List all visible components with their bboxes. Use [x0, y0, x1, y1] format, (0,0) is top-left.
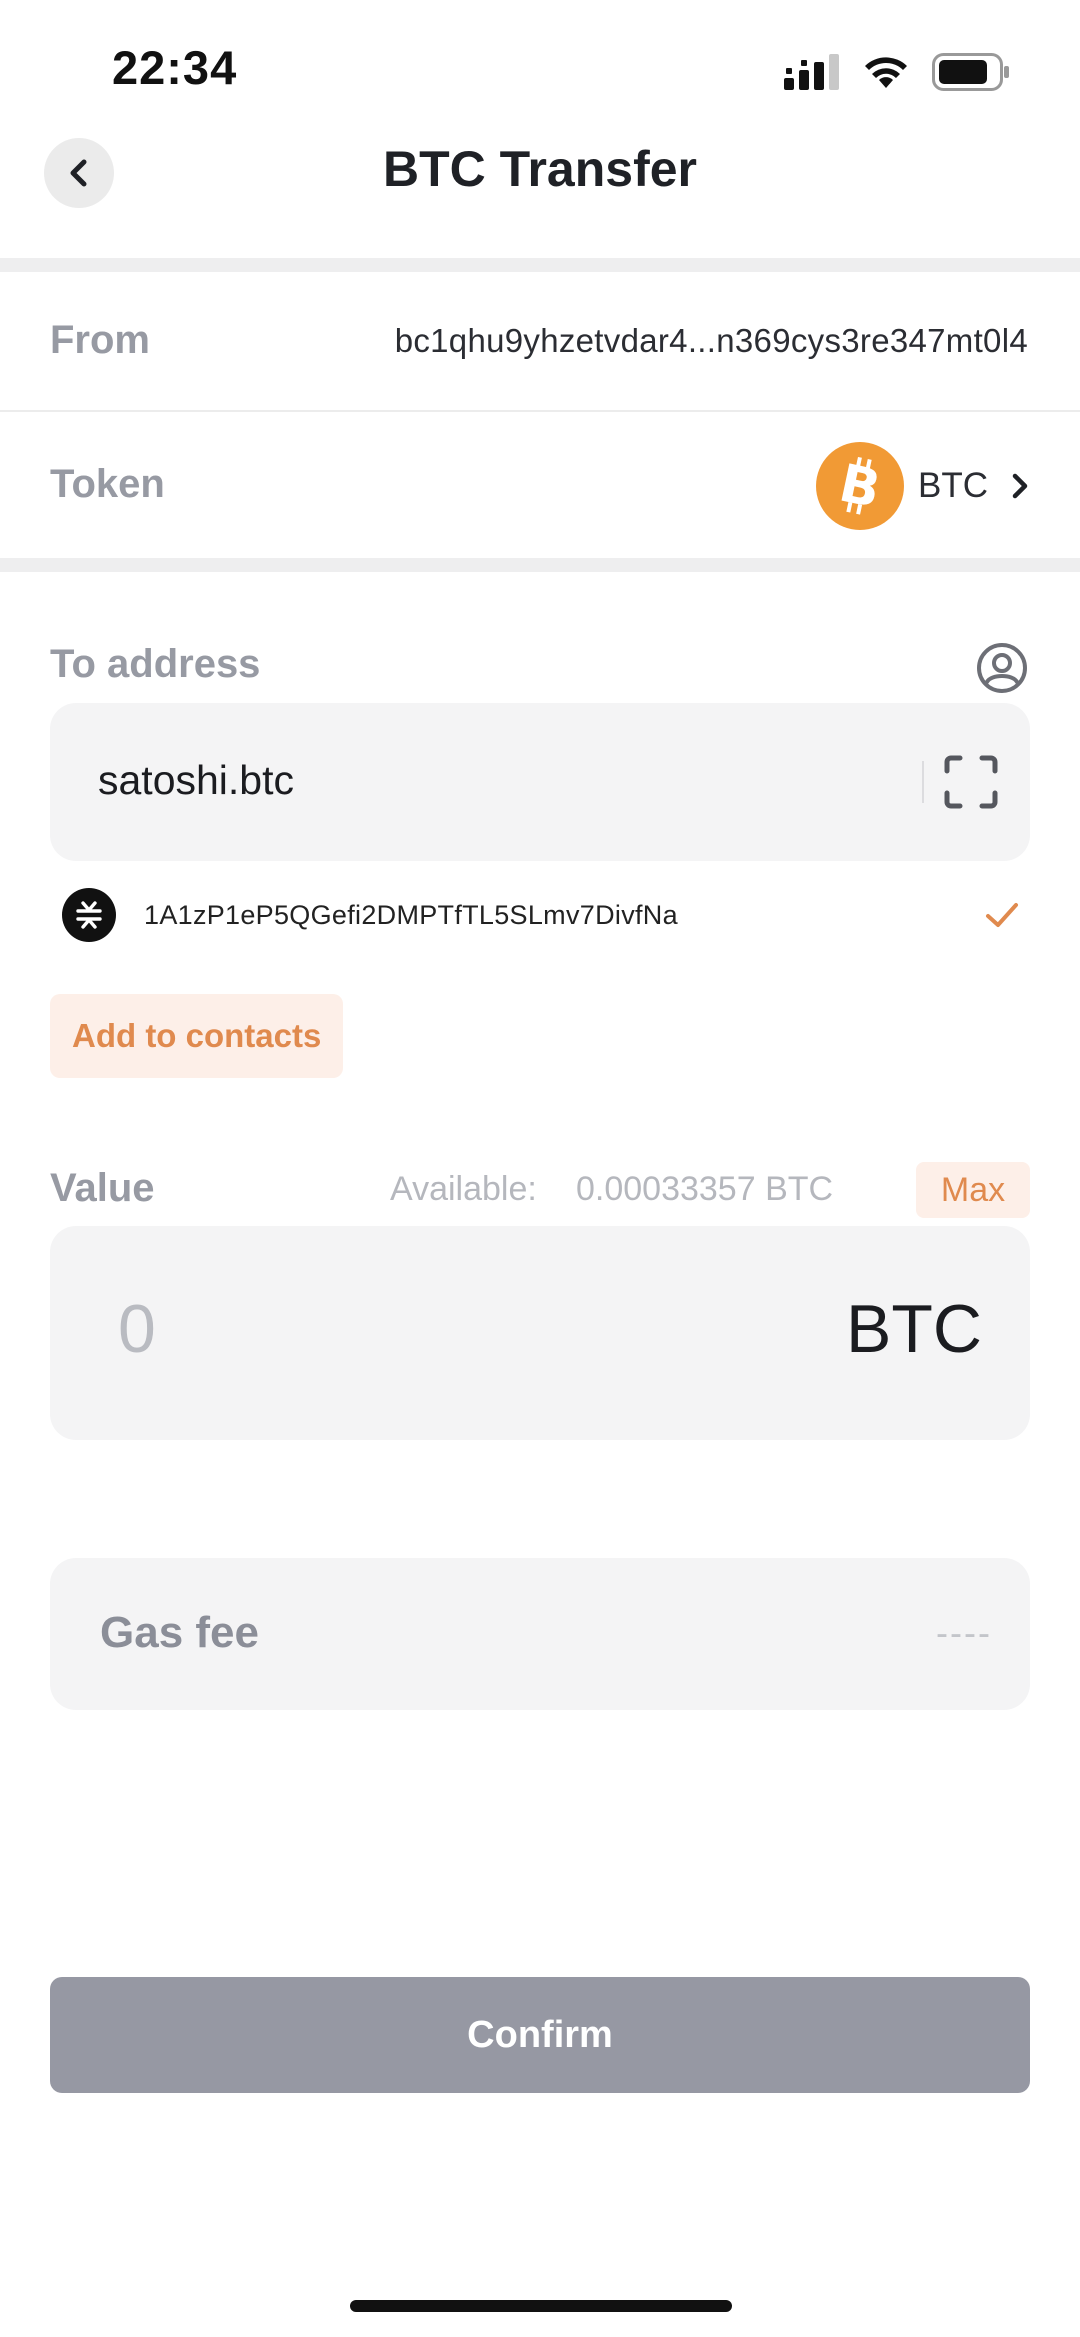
- value-label: Value: [50, 1166, 155, 1210]
- gas-fee-label: Gas fee: [100, 1608, 259, 1657]
- wifi-icon: [865, 57, 907, 88]
- status-bar: 22:34: [0, 0, 1080, 140]
- add-to-contacts-button[interactable]: Add to contacts: [50, 994, 344, 1078]
- token-label: Token: [50, 462, 165, 506]
- confirm-button[interactable]: Confirm: [50, 1977, 1030, 2093]
- token-name: BTC: [918, 466, 988, 505]
- from-label: From: [50, 318, 150, 362]
- available-amount: 0.00033357 BTC: [576, 1170, 834, 1208]
- divider: [0, 258, 1080, 272]
- value-field[interactable]: 0 BTC: [50, 1226, 1030, 1440]
- stacks-icon: [62, 888, 116, 942]
- contacts-icon[interactable]: [976, 642, 1028, 694]
- resolved-address: 1A1zP1eP5QGefi2DMPTfTL5SLmv7DivfNa: [144, 899, 678, 930]
- from-address: bc1qhu9yhzetvdar4...n369cys3re347mt0l4: [394, 322, 1028, 359]
- token-selector[interactable]: B BTC: [816, 442, 1030, 530]
- resolved-address-row[interactable]: 1A1zP1eP5QGefi2DMPTfTL5SLmv7DivfNa: [62, 887, 1022, 943]
- from-row: From bc1qhu9yhzetvdar4...n369cys3re347mt…: [0, 272, 1080, 410]
- to-address-label: To address: [50, 642, 261, 686]
- battery-icon: [932, 53, 1009, 91]
- field-separator: [922, 761, 924, 803]
- signal-icon: [784, 54, 839, 90]
- max-button[interactable]: Max: [916, 1162, 1030, 1218]
- divider: [0, 558, 1080, 572]
- scan-icon[interactable]: [944, 755, 998, 809]
- gas-fee-row: Gas fee ----: [50, 1558, 1030, 1710]
- to-address-field[interactable]: satoshi.btc: [50, 703, 1030, 861]
- check-icon: [986, 903, 1018, 927]
- to-address-input[interactable]: satoshi.btc: [98, 757, 294, 804]
- nav-bar: BTC Transfer: [0, 130, 1080, 260]
- chevron-right-icon: [1010, 471, 1030, 501]
- value-unit: BTC: [846, 1291, 982, 1367]
- status-icons: [784, 50, 1010, 94]
- available-label: Available:: [390, 1170, 537, 1208]
- home-indicator: [350, 2300, 732, 2312]
- token-row[interactable]: Token B BTC: [0, 412, 1080, 558]
- gas-fee-value: ----: [936, 1612, 992, 1653]
- status-time: 22:34: [112, 41, 238, 94]
- bitcoin-icon: B: [816, 442, 904, 530]
- value-input[interactable]: 0: [118, 1290, 156, 1368]
- page-title: BTC Transfer: [383, 141, 697, 197]
